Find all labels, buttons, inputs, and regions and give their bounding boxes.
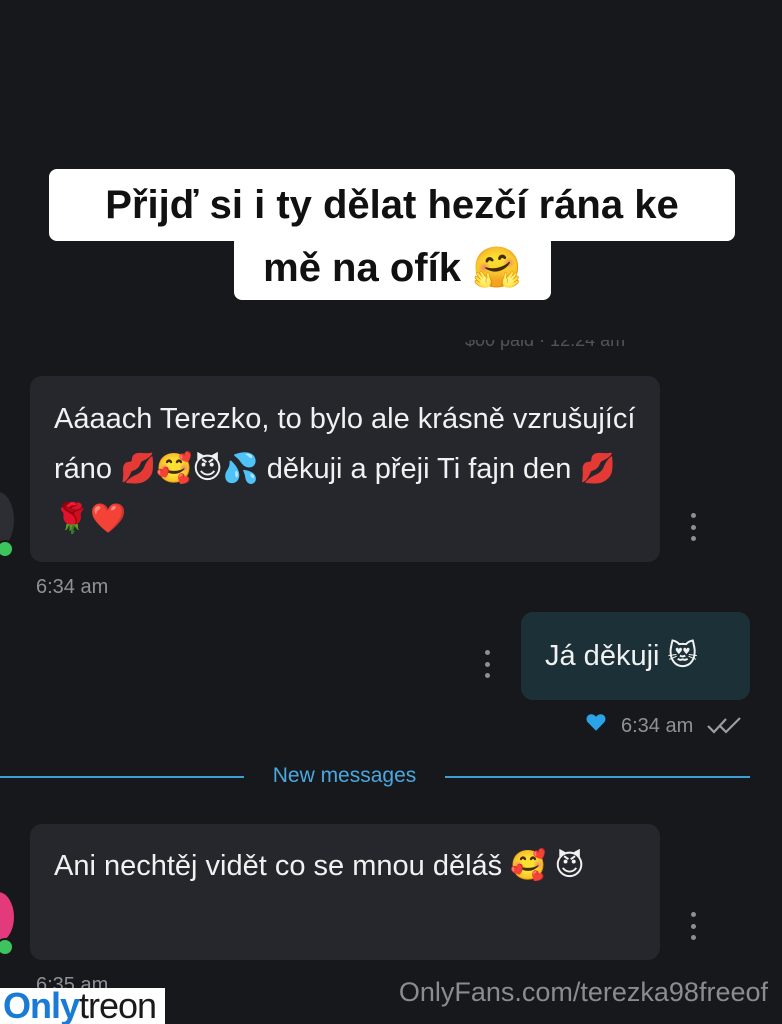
message-bubble-outgoing[interactable]: Já děkuji 😻 xyxy=(521,612,750,700)
caption-line2: mě na ofík 🤗 xyxy=(263,245,522,290)
message-bubble-incoming[interactable]: Ani nechtěj vidět co se mnou děláš 🥰 😈 xyxy=(30,824,660,960)
online-indicator xyxy=(0,938,14,956)
caption-box-line2: mě na ofík 🤗 xyxy=(234,234,551,300)
brand-logo: Onlytreon xyxy=(0,988,165,1024)
message-bubble-incoming[interactable]: Aáaach Terezko, to bylo ale krásně vzruš… xyxy=(30,376,660,562)
message-timestamp: 6:34 am xyxy=(36,576,109,598)
caption-box-line1: Přijď si i ty dělat hezčí rána ke xyxy=(49,169,735,241)
message-text: Aáaach Terezko, to bylo ale krásně vzruš… xyxy=(54,403,636,535)
message-text: Já děkuji 😻 xyxy=(545,640,698,672)
logo-part-treon: treon xyxy=(79,988,157,1024)
divider-line-right xyxy=(445,776,750,778)
message-options-icon[interactable] xyxy=(483,650,491,678)
caption-line1: Přijď si i ty dělat hezčí rána ke xyxy=(105,182,679,227)
online-indicator xyxy=(0,540,14,558)
message-options-icon[interactable] xyxy=(689,912,697,940)
message-text: Ani nechtěj vidět co se mnou děláš 🥰 😈 xyxy=(54,850,585,882)
avatar[interactable] xyxy=(0,892,14,942)
new-messages-divider-label: New messages xyxy=(272,764,417,787)
double-check-icon xyxy=(707,717,741,734)
faded-message-meta: $00 paid · 12:24 am xyxy=(465,340,626,350)
watermark-text: OnlyFans.com/terezka98freeof xyxy=(398,977,768,1007)
divider-line-left xyxy=(0,776,244,778)
heart-icon[interactable] xyxy=(585,711,607,733)
message-timestamp: 6:34 am xyxy=(621,715,694,737)
logo-part-only: Only xyxy=(3,988,80,1024)
message-options-icon[interactable] xyxy=(689,513,697,541)
